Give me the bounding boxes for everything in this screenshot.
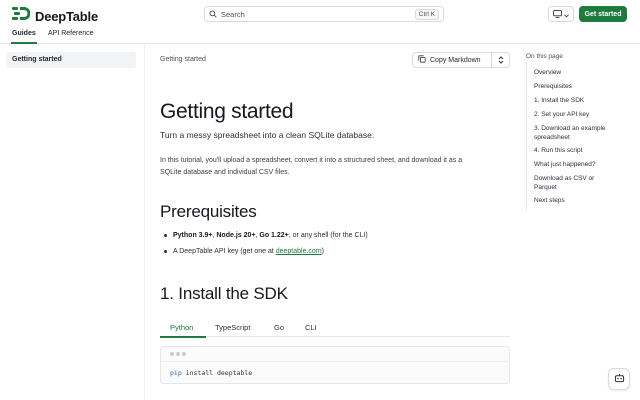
code-args: install deeptable: [181, 369, 253, 377]
toc-item-next-steps[interactable]: Next steps: [534, 196, 624, 205]
brand-name: DeepTable: [35, 8, 98, 24]
copy-markdown-button[interactable]: Copy Markdown: [413, 55, 491, 65]
tab-go[interactable]: Go: [274, 323, 284, 332]
breadcrumb: Getting started: [160, 56, 206, 63]
language-tabs: Python TypeScript Go CLI: [160, 320, 510, 337]
search-input[interactable]: Search Ctrl K: [204, 6, 444, 22]
node-version: Node.js 20+: [216, 232, 256, 239]
api-key-text-end: ): [321, 248, 324, 255]
search-icon: [209, 5, 217, 23]
search-placeholder: Search: [221, 9, 245, 19]
prerequisites-list: Python 3.9+, Node.js 20+, Go 1.22+, or a…: [160, 230, 512, 262]
toc-item-download-csv[interactable]: Download as CSV or Parquet: [534, 174, 604, 192]
active-tab-indicator: [11, 42, 37, 44]
tab-guides[interactable]: Guides: [12, 30, 36, 37]
page-title: Getting started: [160, 100, 294, 123]
docs-subnav: Guides API Reference: [0, 27, 640, 44]
brand-logo-link[interactable]: DeepTable: [12, 7, 98, 25]
list-item: A DeepTable API key (get one at deeptabl…: [160, 246, 512, 257]
sidebar-item-getting-started[interactable]: Getting started: [6, 52, 136, 68]
python-version: Python 3.9+: [173, 232, 213, 239]
list-item: Python 3.9+, Node.js 20+, Go 1.22+, or a…: [160, 230, 512, 241]
intro-line-2: SQLite database and individual CSV files…: [160, 169, 290, 176]
chevron-down-icon: [564, 5, 569, 23]
tab-typescript[interactable]: TypeScript: [215, 323, 250, 332]
window-dot: [182, 352, 186, 356]
assistant-button[interactable]: [608, 368, 630, 390]
toc-item-download-spreadsheet[interactable]: 3. Download an example spreadsheet: [534, 124, 618, 142]
install-heading: 1. Install the SDK: [160, 284, 288, 303]
code-block: pip install deeptable: [160, 346, 510, 384]
toc-item-what-happened[interactable]: What just happened?: [534, 160, 624, 169]
window-dot: [170, 352, 174, 356]
toc-item-overview[interactable]: Overview: [534, 68, 624, 77]
chevron-up-down-icon: [498, 51, 504, 69]
bot-icon: [614, 370, 625, 388]
sidebar-divider: [144, 44, 145, 400]
toc-item-run-script[interactable]: 4. Run this script: [534, 146, 624, 155]
deeptable-logo-icon: [12, 7, 31, 25]
copy-options-dropdown[interactable]: [492, 51, 509, 69]
deeptable-link[interactable]: deeptable.com: [276, 248, 322, 255]
tab-api-reference[interactable]: API Reference: [48, 30, 94, 37]
toc-rail: [526, 63, 527, 211]
theme-toggle-button[interactable]: [548, 6, 574, 22]
active-language-indicator: [160, 336, 206, 338]
intro-line-1: In this tutorial, you'll upload a spread…: [160, 157, 463, 164]
monitor-icon: [553, 5, 562, 23]
code-line[interactable]: pip install deeptable: [161, 362, 509, 384]
top-bar: DeepTable Search Ctrl K Get started: [0, 0, 640, 27]
toc-item-prerequisites[interactable]: Prerequisites: [534, 82, 624, 91]
window-dot: [176, 352, 180, 356]
page-lead: Turn a messy spreadsheet into a clean SQ…: [160, 130, 375, 140]
copy-markdown-label: Copy Markdown: [430, 56, 481, 64]
code-block-header: [161, 347, 509, 362]
search-shortcut-badge: Ctrl K: [414, 8, 439, 20]
tab-python[interactable]: Python: [170, 323, 193, 332]
get-started-button[interactable]: Get started: [579, 6, 627, 22]
go-version: Go 1.22+: [259, 232, 289, 239]
toc-item-install-sdk[interactable]: 1. Install the SDK: [534, 96, 624, 105]
api-key-text: A DeepTable API key (get one at: [173, 248, 276, 255]
copy-markdown-button-group: Copy Markdown: [412, 52, 510, 68]
code-command: pip: [170, 369, 182, 377]
copy-icon: [418, 55, 426, 65]
prerequisites-heading: Prerequisites: [160, 202, 257, 221]
tab-cli[interactable]: CLI: [305, 323, 317, 332]
toc-item-set-api-key[interactable]: 2. Set your API key: [534, 110, 624, 119]
toc-title: On this page: [526, 53, 563, 60]
intro-paragraph: In this tutorial, you'll upload a spread…: [160, 155, 512, 179]
list-rest: , or any shell (for the CLI): [288, 232, 368, 239]
